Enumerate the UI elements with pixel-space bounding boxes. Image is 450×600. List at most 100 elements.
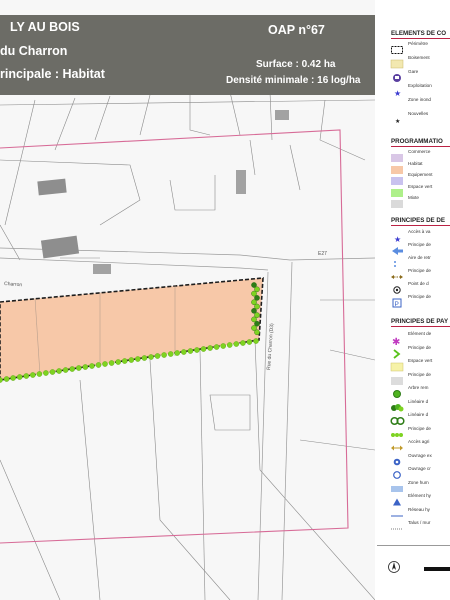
color-swatch-icon <box>391 149 403 162</box>
blank-icon <box>391 97 403 105</box>
building <box>236 170 246 194</box>
building <box>37 178 67 196</box>
legend-row: P Principe de <box>391 293 450 308</box>
tree-cluster-dot <box>254 329 260 336</box>
legend-panel: ELEMENTS DE CO Périmètre Boisement Gare ★ Ex… <box>377 0 450 600</box>
scale-bar <box>424 567 450 571</box>
hedge-dot <box>233 341 240 347</box>
hedge-dot <box>194 347 200 353</box>
dashed-rectangle-icon <box>391 41 403 54</box>
legend-row: Principe de <box>391 371 450 385</box>
legend-label: Boisement <box>408 55 430 60</box>
legend-row: Accès agri <box>391 438 450 451</box>
legend-row: Principe de <box>391 241 450 255</box>
hedge-dot <box>253 338 259 344</box>
legend-row: Zone hum <box>391 479 450 492</box>
legend-row: Zone inond <box>391 96 450 106</box>
legend-row: Espace vert <box>390 357 450 372</box>
legend-label: Nouvelles <box>408 111 429 116</box>
legend-row: ★ Accès à va <box>391 228 450 244</box>
legend-label: Accès à va <box>408 229 431 234</box>
legend-label: Zone hum <box>408 479 429 485</box>
hedge-dot <box>220 343 226 349</box>
hedge-dot <box>213 344 220 350</box>
legend-row: Commerce <box>391 148 450 162</box>
legend-row: Ouvrage cr <box>391 465 450 479</box>
color-swatch-icon <box>391 161 403 174</box>
hedge-dot <box>56 368 62 374</box>
site-title: du Charron <box>0 44 68 58</box>
circle-blue-icon <box>391 453 403 465</box>
parking-icon: P <box>391 294 403 308</box>
target-icon <box>391 281 403 294</box>
legend-row: Equipement <box>391 171 450 185</box>
legend-section-access: PRINCIPES DE DE <box>391 217 450 226</box>
legend-row: Point de d <box>391 280 450 294</box>
legend-row: Aire de retr <box>391 254 450 267</box>
hedge-dot <box>82 364 89 370</box>
hedge-dot <box>69 366 75 372</box>
svg-text:P: P <box>395 301 399 308</box>
hedge-dot <box>108 360 115 366</box>
star-icon: ★ <box>391 229 403 244</box>
surface-value: Surface : 0.42 ha <box>256 59 336 70</box>
legend-divider <box>377 545 450 546</box>
color-swatch-icon <box>391 184 403 197</box>
hedge-dot <box>134 356 141 362</box>
legend-label: Linéaire d <box>408 412 429 417</box>
hedge-dot <box>115 359 121 365</box>
legend-label: Principe de <box>408 294 431 299</box>
density-value: Densité minimale : 16 log/ha <box>226 75 361 86</box>
hedge-dot <box>161 352 167 358</box>
legend-row: ★ Nouvelles <box>391 110 450 125</box>
hedge-dot <box>226 342 233 348</box>
legend-row: Mixte <box>391 194 450 208</box>
legend-label: Elément de <box>408 331 432 336</box>
double-arrow-icon <box>391 439 403 451</box>
legend-label: Principe de <box>408 344 431 350</box>
legend-label: Arbre rem <box>408 385 429 390</box>
legend-row: ★ Exploitation <box>391 82 450 98</box>
legend-label: Habitat <box>408 160 423 166</box>
hedge-dot <box>76 365 82 371</box>
legend-label: Ouvrage cr <box>408 466 431 471</box>
header-banner: LY AU BOIS du Charron rincipale : Habita… <box>0 15 375 95</box>
legend-label: Périmètre <box>408 41 428 46</box>
hedge-dot <box>148 354 154 360</box>
legend-label: Aire de retr <box>408 255 431 260</box>
yellow-square-icon <box>390 358 404 372</box>
legend-label: Espace vert <box>408 183 433 189</box>
legend-label: Réseau hy <box>408 506 430 512</box>
dashed-arrow-icon <box>391 268 403 279</box>
hedge-dot <box>36 371 43 377</box>
legend-row: Boisement <box>390 54 450 69</box>
legend-label: Principe de <box>408 425 431 431</box>
legend-label: Exploitation <box>408 83 432 88</box>
legend-label: Gare <box>408 69 419 74</box>
grey-square-icon <box>391 372 403 385</box>
legend-label: Ouvrage ex <box>408 452 432 458</box>
hedge-dot <box>121 358 128 364</box>
blue-band-icon <box>391 480 403 492</box>
legend-row: Principe de <box>391 267 450 279</box>
legend-label: Espace vert <box>408 358 433 363</box>
blue-line-icon <box>391 507 403 516</box>
legend-label: Talus / mur <box>408 520 431 525</box>
hedge-dot <box>29 372 36 378</box>
train-station-icon <box>391 69 403 82</box>
legend-row: Gare <box>391 68 450 82</box>
hedge-dots-icon <box>391 426 403 437</box>
svg-text:★: ★ <box>395 118 400 125</box>
legend-label: Commerce <box>408 149 431 154</box>
hedge-dot <box>200 346 207 352</box>
hedge-dot <box>62 367 69 373</box>
tree-circle-icon <box>391 385 403 398</box>
hedge-dot <box>240 340 246 346</box>
legend-section-perimeter: ELEMENTS DE CO <box>391 30 450 39</box>
building <box>275 110 289 120</box>
tree-cluster-icon <box>391 399 404 411</box>
hedge-dot <box>16 374 23 380</box>
dots-icon <box>391 255 403 267</box>
hedge-dot <box>174 350 180 356</box>
hedge-dot <box>141 355 148 361</box>
